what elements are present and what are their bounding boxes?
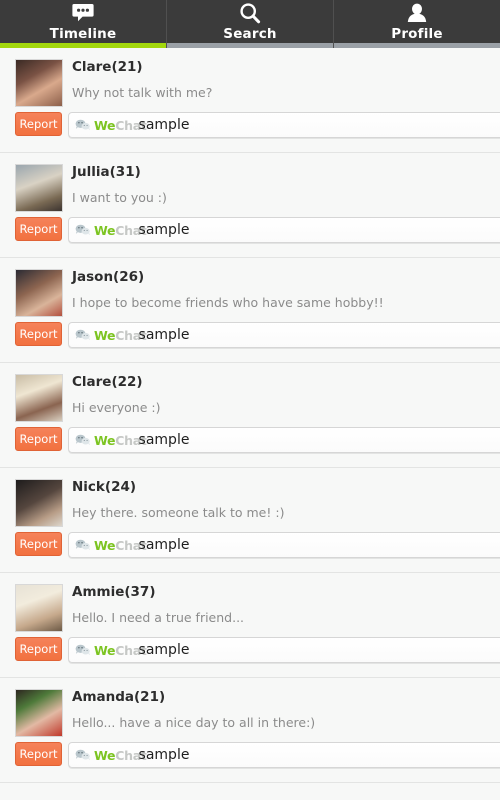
wechat-ad-banner[interactable]: WeChat sample — [68, 322, 500, 348]
post-author-name: Clare(22) — [72, 374, 143, 390]
ad-sample-text: sample — [138, 642, 190, 658]
wechat-ad-banner[interactable]: WeChat sample — [68, 742, 500, 768]
report-button[interactable]: Report — [15, 742, 62, 766]
wechat-ad-banner[interactable]: WeChat sample — [68, 532, 500, 558]
post-message: Why not talk with me? — [72, 85, 213, 100]
report-button[interactable]: Report — [15, 637, 62, 661]
table-row[interactable]: Nick(24) Hey there. someone talk to me! … — [0, 468, 500, 573]
post-author-name: Ammie(37) — [72, 584, 156, 600]
post-author-name: Amanda(21) — [72, 689, 166, 705]
tab-profile[interactable]: Profile — [334, 0, 500, 48]
search-icon — [239, 1, 261, 25]
speech-bubble-icon — [72, 1, 94, 25]
avatar-clare-21[interactable] — [15, 59, 63, 107]
report-button[interactable]: Report — [15, 322, 62, 346]
ad-sample-text: sample — [138, 432, 190, 448]
report-button[interactable]: Report — [15, 217, 62, 241]
timeline-post-list: Clare(21) Why not talk with me? Report W… — [0, 48, 500, 783]
post-author-name: Nick(24) — [72, 479, 137, 495]
post-message: Hello. I need a true friend... — [72, 610, 245, 625]
avatar-amanda-21[interactable] — [15, 689, 63, 737]
post-author-name: Jason(26) — [72, 269, 145, 285]
avatar-ammie-37[interactable] — [15, 584, 63, 632]
post-message: Hello... have a nice day to all in there… — [72, 715, 316, 730]
ad-sample-text: sample — [138, 747, 190, 763]
tab-label-profile: Profile — [391, 26, 443, 42]
report-button[interactable]: Report — [15, 532, 62, 556]
report-button[interactable]: Report — [15, 112, 62, 136]
ad-sample-text: sample — [138, 222, 190, 238]
report-button[interactable]: Report — [15, 427, 62, 451]
ad-sample-text: sample — [138, 117, 190, 133]
ad-sample-text: sample — [138, 537, 190, 553]
avatar-jason-26[interactable] — [15, 269, 63, 317]
wechat-ad-banner[interactable]: WeChat sample — [68, 217, 500, 243]
tab-label-timeline: Timeline — [49, 26, 117, 42]
post-message: Hey there. someone talk to me! :) — [72, 505, 285, 520]
table-row[interactable]: Clare(22) Hi everyone :) Report WeChat s… — [0, 363, 500, 468]
post-author-name: Clare(21) — [72, 59, 143, 75]
table-row[interactable]: Jullia(31) I want to you :) Report WeCha… — [0, 153, 500, 258]
post-message: Hi everyone :) — [72, 400, 161, 415]
wechat-ad-banner[interactable]: WeChat sample — [68, 427, 500, 453]
table-row[interactable]: Amanda(21) Hello... have a nice day to a… — [0, 678, 500, 783]
tab-timeline[interactable]: Timeline — [0, 0, 167, 48]
avatar-nick-24[interactable] — [15, 479, 63, 527]
wechat-ad-banner[interactable]: WeChat sample — [68, 112, 500, 138]
person-icon — [406, 1, 428, 25]
ad-sample-text: sample — [138, 327, 190, 343]
post-author-name: Jullia(31) — [72, 164, 141, 180]
post-message: I hope to become friends who have same h… — [72, 295, 384, 310]
table-row[interactable]: Clare(21) Why not talk with me? Report W… — [0, 48, 500, 153]
table-row[interactable]: Jason(26) I hope to become friends who h… — [0, 258, 500, 363]
post-message: I want to you :) — [72, 190, 167, 205]
wechat-ad-banner[interactable]: WeChat sample — [68, 637, 500, 663]
avatar-clare-22[interactable] — [15, 374, 63, 422]
tab-bar: Timeline Search Profile — [0, 0, 500, 48]
tab-label-search: Search — [223, 26, 277, 42]
avatar-jullia-31[interactable] — [15, 164, 63, 212]
table-row[interactable]: Ammie(37) Hello. I need a true friend...… — [0, 573, 500, 678]
tab-search[interactable]: Search — [167, 0, 334, 48]
